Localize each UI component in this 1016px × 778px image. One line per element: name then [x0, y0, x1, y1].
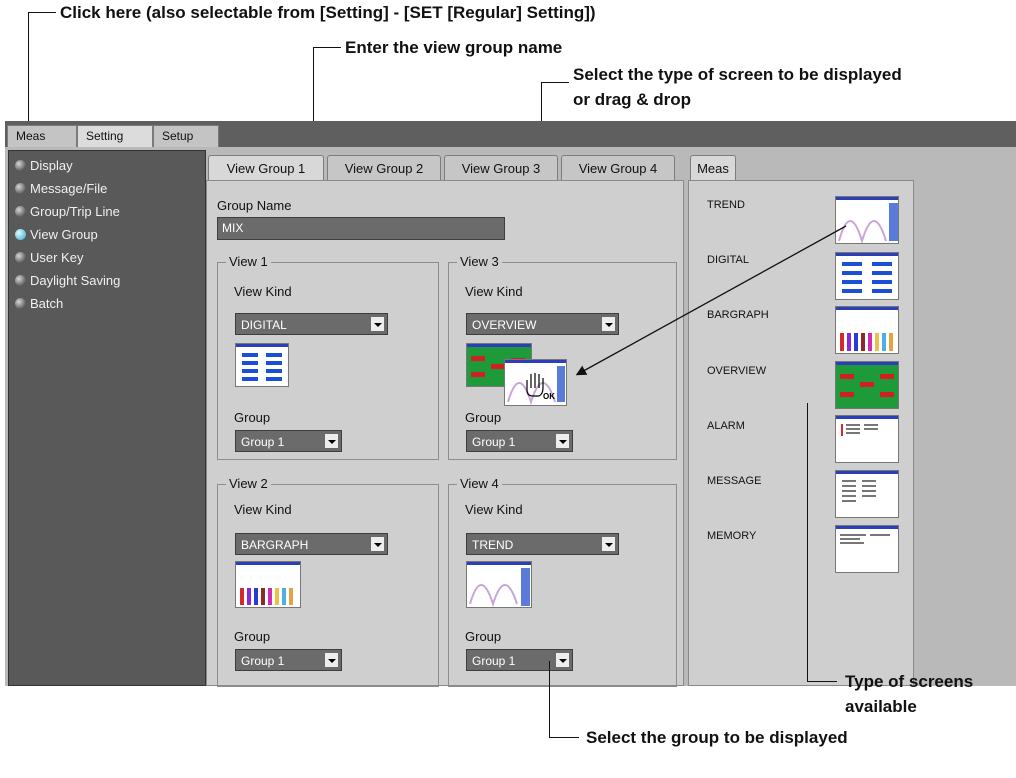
- callout-leader-line: [549, 661, 550, 737]
- callout-leader-line: [549, 737, 579, 738]
- callout-types-2: available: [845, 697, 917, 716]
- callout-types-1: Type of screens: [845, 672, 974, 691]
- callout-leader-line: [807, 403, 808, 681]
- drag-arrow: [575, 225, 847, 376]
- callout-select-group: Select the group to be displayed: [586, 728, 848, 747]
- callout-leader-line: [807, 681, 837, 682]
